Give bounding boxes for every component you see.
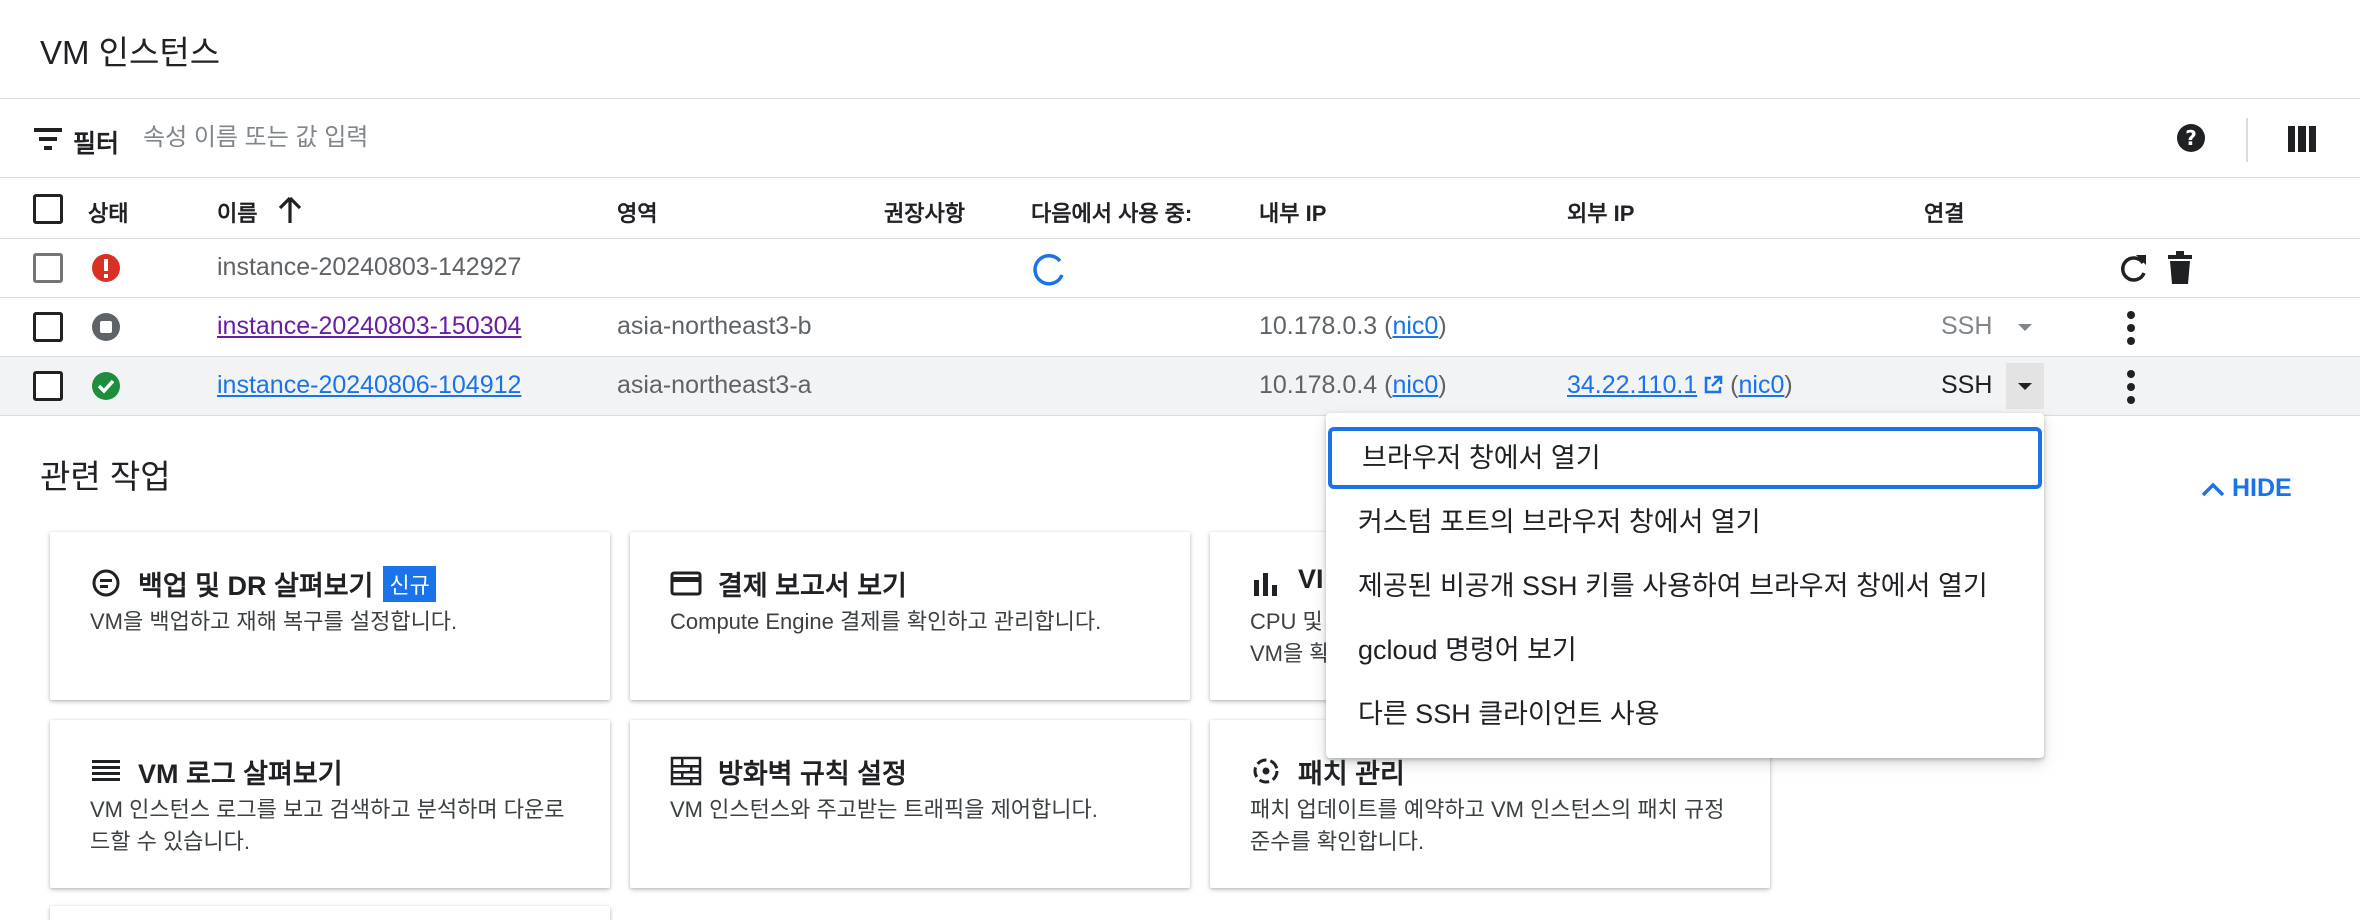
menu-item-other-ssh-client[interactable]: 다른 SSH 클라이언트 사용 [1326, 683, 2044, 745]
table-row: instance-20240806-104912 asia-northeast3… [0, 357, 2360, 416]
instance-name-link[interactable]: instance-20240806-104912 [217, 371, 521, 400]
help-icon[interactable]: ? [2176, 123, 2206, 153]
card-title: 백업 및 DR 살펴보기 신규 [138, 564, 436, 603]
related-actions-title: 관련 작업 [40, 458, 171, 495]
instance-name: instance-20240803-142927 [217, 253, 522, 281]
ssh-options-menu: 브라우저 창에서 열기 커스텀 포트의 브라우저 창에서 열기 제공된 비공개 … [1326, 413, 2044, 758]
card-description: 패치 업데이트를 예약하고 VM 인스턴스의 패치 규정 준수를 확인합니다. [1250, 797, 1725, 854]
row-checkbox[interactable] [33, 312, 63, 342]
svg-text:?: ? [2185, 126, 2197, 150]
header-internal-ip[interactable]: 내부 IP [1259, 196, 1326, 228]
column-display-icon[interactable] [2288, 126, 2316, 152]
more-actions-icon[interactable] [2126, 310, 2136, 346]
sort-ascending-icon[interactable] [278, 196, 302, 224]
menu-item-open-custom-port[interactable]: 커스텀 포트의 브라우저 창에서 열기 [1326, 491, 2044, 553]
zone-value: asia-northeast3-a [617, 371, 812, 399]
loading-spinner-icon [1033, 253, 1064, 286]
menu-item-open-in-browser[interactable]: 브라우저 창에서 열기 [1328, 427, 2042, 489]
internal-ip-value: 10.178.0.3 (nic0) [1259, 312, 1447, 340]
card-description: VM을 백업하고 재해 복구를 설정합니다. [90, 609, 458, 634]
menu-item-view-gcloud-command[interactable]: gcloud 명령어 보기 [1326, 619, 2044, 681]
external-link-icon[interactable] [1703, 375, 1723, 395]
header-status[interactable]: 상태 [88, 196, 128, 228]
row-checkbox[interactable] [33, 371, 63, 401]
card-title: 결제 보고서 보기 [718, 571, 907, 601]
nic-link[interactable]: nic0 [1392, 371, 1438, 399]
filter-icon[interactable] [33, 126, 63, 152]
card-billing-report[interactable]: 결제 보고서 보기 Compute Engine 결제를 확인하고 관리합니다. [630, 532, 1190, 700]
header-connect[interactable]: 연결 [1924, 196, 1964, 228]
title-bar: VM 인스턴스 [0, 0, 2360, 99]
header-name[interactable]: 이름 [217, 196, 257, 228]
table-row: instance-20240803-150304 asia-northeast3… [0, 298, 2360, 357]
card-vm-logs[interactable]: VM 로그 살펴보기 VM 인스턴스 로그를 보고 검색하고 분석하며 다운로드… [50, 720, 610, 888]
page-title: VM 인스턴스 [40, 34, 221, 71]
select-all-checkbox[interactable] [33, 194, 63, 224]
card-title: VM 로그 살펴보기 [138, 759, 343, 789]
ssh-button[interactable]: SSH [1941, 312, 1992, 341]
card-title: 방화벽 규칙 설정 [718, 759, 907, 789]
table-header: 상태 이름 영역 권장사항 다음에서 사용 중: 내부 IP 외부 IP 연결 [0, 179, 2360, 239]
table-row: instance-20240803-142927 [0, 239, 2360, 298]
menu-item-open-with-private-key[interactable]: 제공된 비공개 SSH 키를 사용하여 브라우저 창에서 열기 [1326, 555, 2044, 617]
backup-icon [92, 569, 120, 597]
card-title: VI [1298, 564, 1324, 594]
new-badge: 신규 [383, 566, 436, 602]
external-nic-link[interactable]: nic0 [1739, 371, 1785, 399]
chevron-up-icon [2201, 482, 2225, 497]
header-external-ip[interactable]: 외부 IP [1567, 196, 1634, 228]
header-in-use-by[interactable]: 다음에서 사용 중: [1031, 196, 1192, 228]
card-description: Compute Engine 결제를 확인하고 관리합니다. [670, 609, 1102, 634]
external-ip-link[interactable]: 34.22.110.1 [1567, 371, 1697, 399]
logs-icon [92, 760, 120, 781]
patch-icon [1253, 758, 1279, 784]
more-actions-icon[interactable] [2126, 369, 2136, 405]
nic-link[interactable]: nic0 [1392, 312, 1438, 340]
toolbar-divider [2246, 118, 2248, 162]
delete-icon[interactable] [2166, 251, 2194, 285]
ssh-dropdown-icon[interactable] [2006, 363, 2044, 409]
card-backup-dr[interactable]: 백업 및 DR 살펴보기 신규 VM을 백업하고 재해 복구를 설정합니다. [50, 532, 610, 700]
instance-name-link[interactable]: instance-20240803-150304 [217, 312, 521, 341]
hide-button[interactable]: HIDE [2200, 474, 2292, 503]
credit-card-icon [670, 571, 702, 596]
filter-label[interactable]: 필터 [73, 124, 119, 160]
stopped-status-icon [92, 313, 120, 341]
firewall-icon [670, 756, 702, 786]
ssh-button[interactable]: SSH [1941, 371, 1992, 400]
error-status-icon [92, 254, 120, 282]
filter-bar: 필터 [0, 100, 2360, 178]
running-status-icon [92, 372, 120, 400]
card-description: VM 인스턴스와 주고받는 트래픽을 제어합니다. [670, 797, 1098, 822]
internal-ip-value: 10.178.0.4 (nic0) [1259, 371, 1447, 399]
bar-chart-icon [1254, 573, 1277, 596]
header-zone[interactable]: 영역 [617, 196, 657, 228]
header-recommendations[interactable]: 권장사항 [884, 196, 965, 228]
filter-input[interactable] [143, 116, 943, 160]
zone-value: asia-northeast3-b [617, 312, 812, 340]
row-checkbox[interactable] [33, 253, 63, 283]
card-firewall-rules[interactable]: 방화벽 규칙 설정 VM 인스턴스와 주고받는 트래픽을 제어합니다. [630, 720, 1190, 888]
card-more[interactable] [50, 906, 610, 920]
external-ip-value: 34.22.110.1 (nic0) [1567, 371, 1793, 399]
card-description: VM 인스턴스 로그를 보고 검색하고 분석하며 다운로드할 수 있습니다. [90, 797, 565, 854]
refresh-icon[interactable] [2117, 251, 2149, 285]
ssh-dropdown-icon[interactable] [2006, 304, 2044, 350]
